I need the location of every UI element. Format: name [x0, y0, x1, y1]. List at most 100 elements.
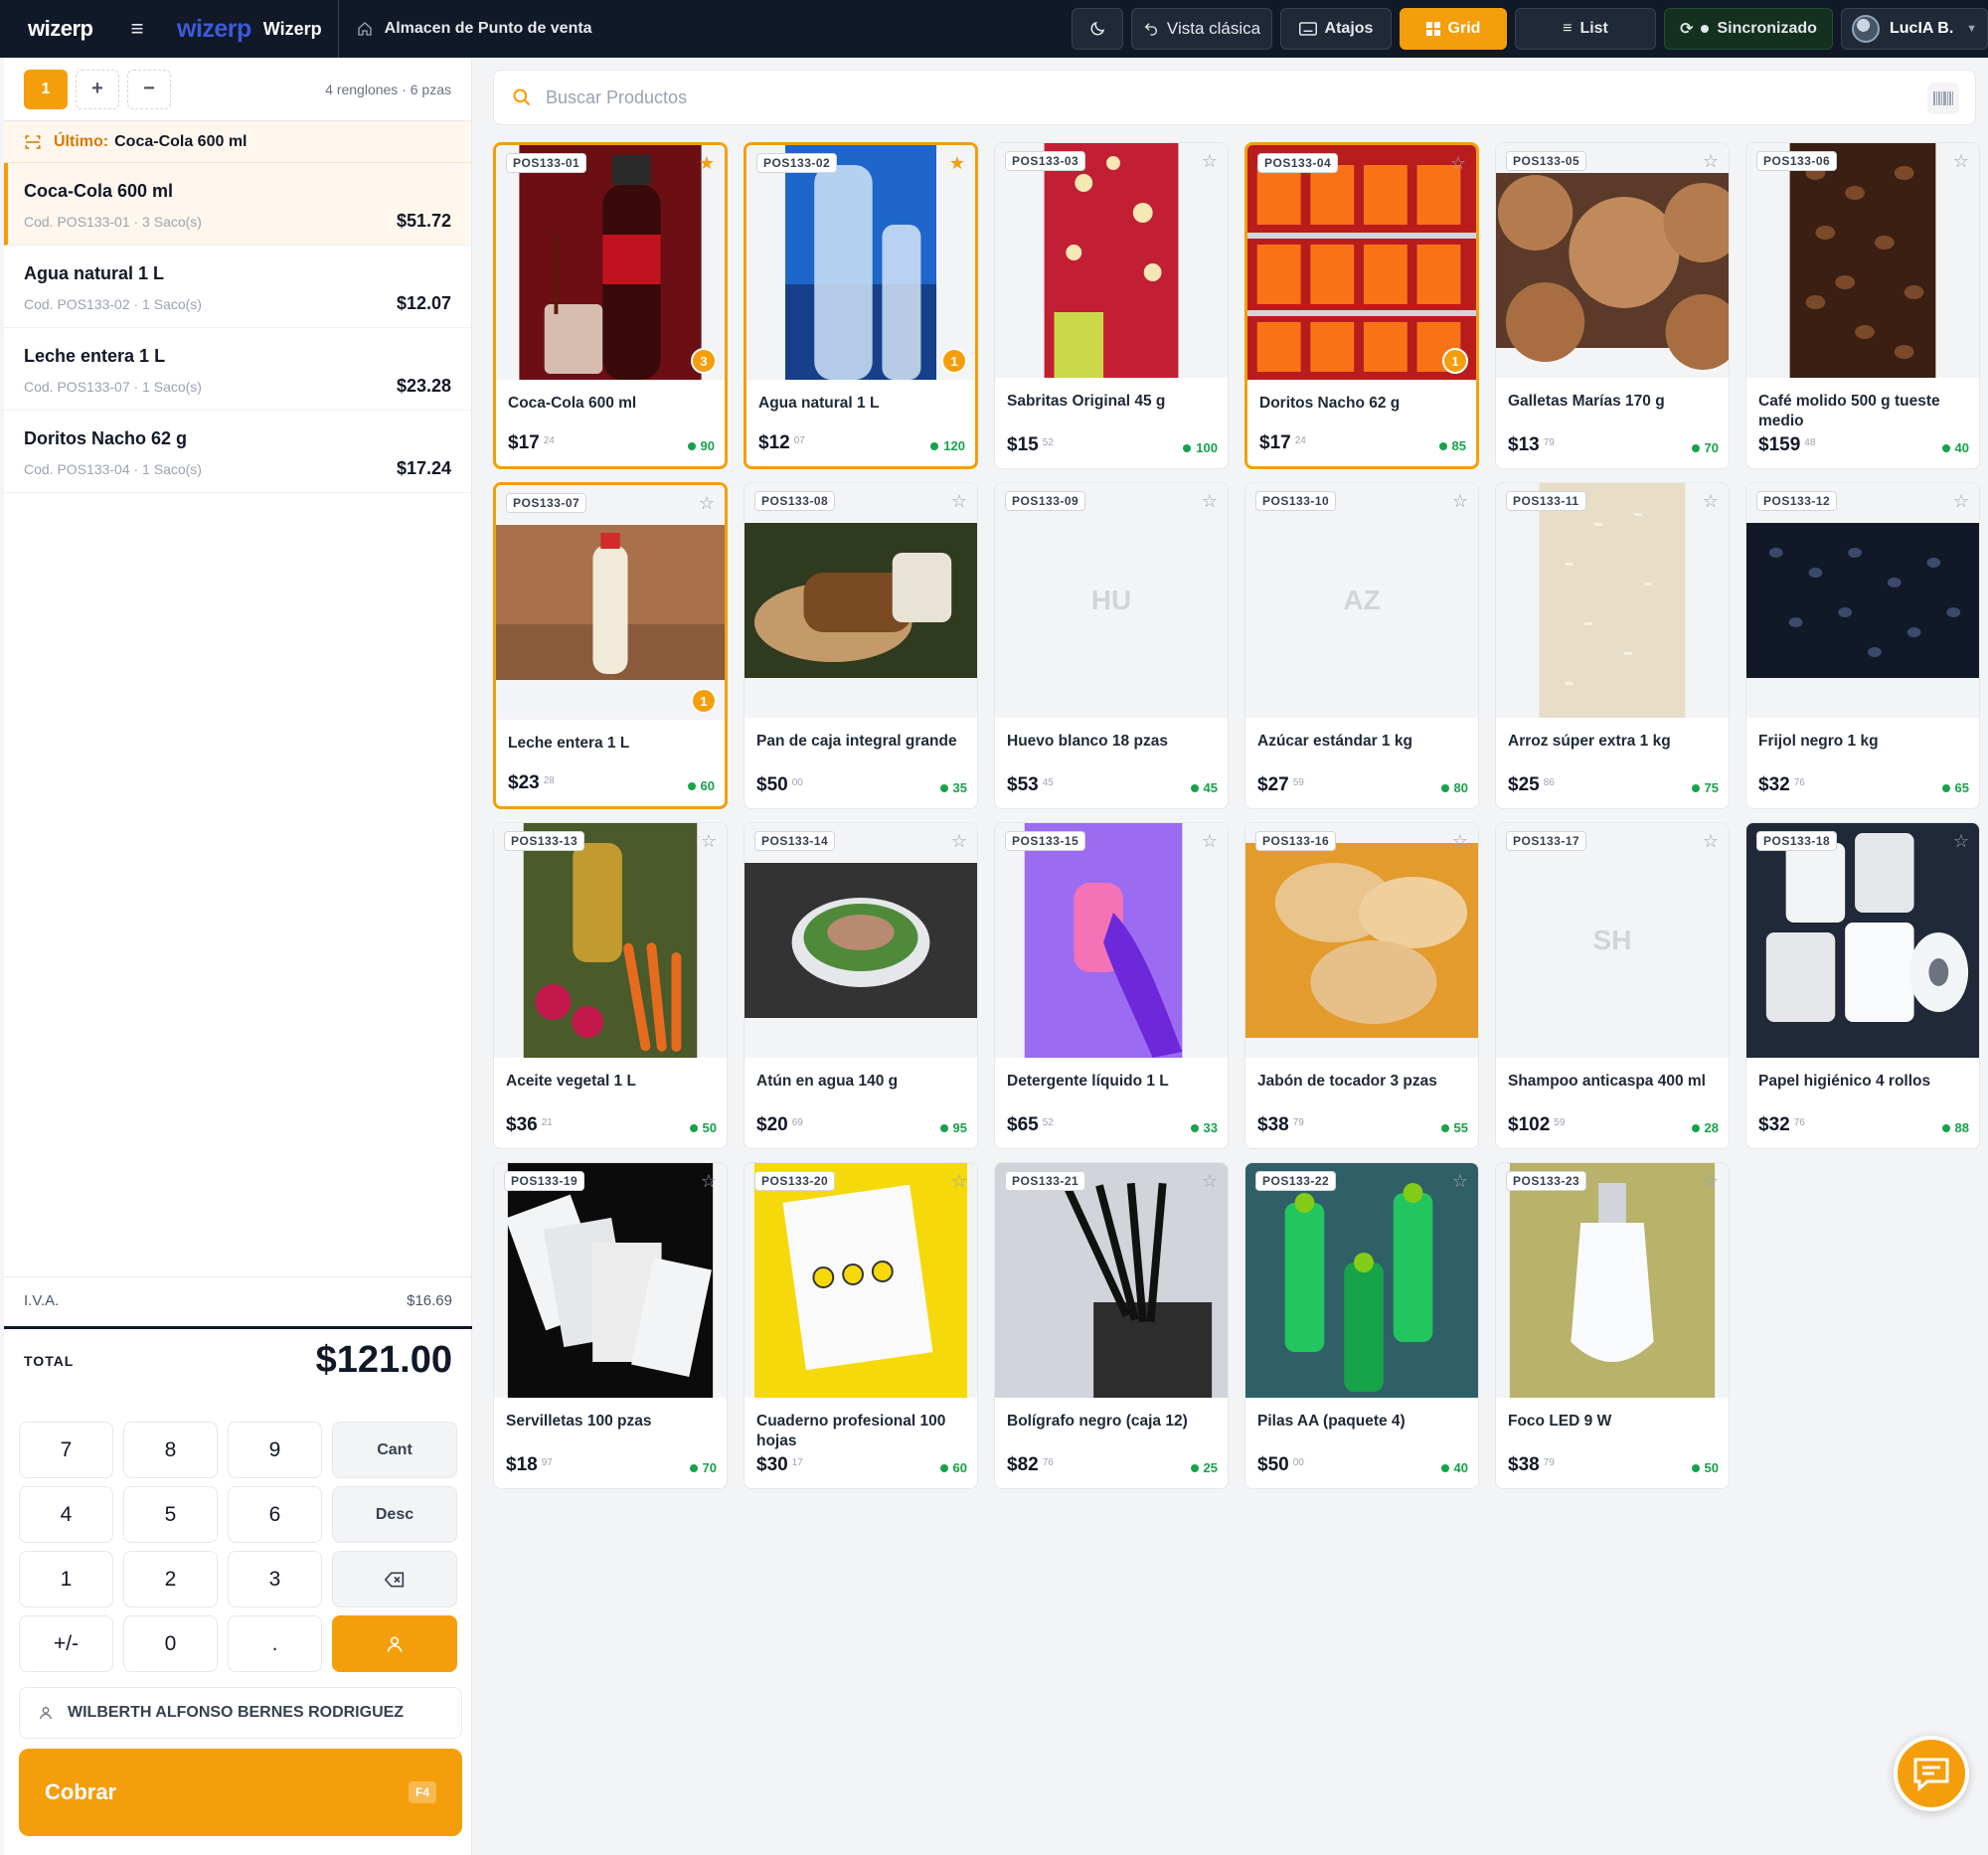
favorite-star-icon[interactable]: ☆	[951, 491, 967, 512]
product-card[interactable]: POS133-12 ☆ Frijol negro 1 kg $32 76 65	[1745, 482, 1980, 809]
product-card[interactable]: POS133-11 ☆ Arroz súper extra 1 kg $25 86 75	[1495, 482, 1730, 809]
sign-key[interactable]: +/-	[19, 1615, 113, 1672]
favorite-star-icon[interactable]: ☆	[1703, 151, 1719, 172]
product-card[interactable]: SH POS133-17 ☆ Shampoo anticaspa 400 ml $102…	[1495, 822, 1730, 1149]
product-price-cents: 97	[541, 1457, 553, 1468]
search-input[interactable]	[546, 86, 1838, 108]
product-card[interactable]: POS133-21 ☆ Bolígrafo negro (caja 12) $82 76…	[994, 1162, 1229, 1489]
charge-button[interactable]: Cobrar F4	[19, 1749, 462, 1836]
favorite-star-icon[interactable]: ☆	[1202, 151, 1218, 172]
list-view-button[interactable]: ≡ List	[1515, 8, 1656, 50]
product-card[interactable]: POS133-18 ☆ Papel higiénico 4 rollos $32 76 8…	[1745, 822, 1980, 1149]
favorite-star-icon[interactable]: ☆	[1703, 491, 1719, 512]
key-4[interactable]: 4	[19, 1486, 113, 1543]
favorite-star-icon[interactable]: ☆	[1450, 153, 1466, 174]
product-card[interactable]: POS133-15 ☆ Detergente líquido 1 L $65 52 33	[994, 822, 1229, 1149]
cart-item-code: Cod. POS133-02 · 1 Saco(s)	[24, 296, 202, 312]
product-code: POS133-23	[1506, 1171, 1587, 1191]
cart-item[interactable]: Doritos Nacho 62 g Cod. POS133-04 · 1 Sac…	[4, 411, 471, 493]
favorite-star-icon[interactable]: ☆	[1452, 831, 1468, 852]
product-card[interactable]: POS133-04 ☆ 1 Doritos Nacho 62 g $17 24 85	[1244, 142, 1479, 469]
favorite-star-icon[interactable]: ☆	[701, 831, 717, 852]
keypad: 7 8 9 Cant 4 5 6 Desc 1 2 3 +/- 0 .	[19, 1422, 462, 1672]
favorite-star-icon[interactable]: ☆	[701, 1171, 717, 1192]
shortcuts-button[interactable]: Atajos	[1280, 8, 1392, 50]
key-5[interactable]: 5	[123, 1486, 218, 1543]
grid-view-button[interactable]: Grid	[1400, 8, 1507, 50]
app-logo[interactable]: wizerp	[28, 17, 97, 41]
key-6[interactable]: 6	[228, 1486, 322, 1543]
favorite-star-icon[interactable]: ☆	[1953, 831, 1969, 852]
product-code: POS133-07	[506, 493, 587, 513]
scan-icon	[25, 134, 41, 149]
cart-item-code: Cod. POS133-07 · 1 Saco(s)	[24, 379, 202, 395]
cart-item[interactable]: Agua natural 1 L Cod. POS133-02 · 1 Saco(…	[4, 246, 471, 328]
key-0[interactable]: 0	[123, 1615, 218, 1672]
product-card[interactable]: POS133-19 ☆ Servilletas 100 pzas $18 97 70	[493, 1162, 728, 1489]
product-price: $20 69	[756, 1114, 803, 1135]
key-8[interactable]: 8	[123, 1422, 218, 1478]
decimal-key[interactable]: .	[228, 1615, 322, 1672]
favorite-star-icon[interactable]: ☆	[1202, 491, 1218, 512]
product-card[interactable]: POS133-02 ★ 1 Agua natural 1 L $12 07 120	[744, 142, 978, 469]
favorite-star-icon[interactable]: ☆	[1953, 491, 1969, 512]
key-9[interactable]: 9	[228, 1422, 322, 1478]
favorite-star-icon[interactable]: ☆	[699, 493, 715, 514]
stock-badge: 28	[1692, 1120, 1719, 1135]
product-card[interactable]: POS133-13 ☆ Aceite vegetal 1 L $36 21 50	[493, 822, 728, 1149]
user-menu[interactable]: LucIA B. ▼	[1841, 8, 1988, 50]
product-card[interactable]: POS133-01 ★ 3 Coca-Cola 600 ml $17 24 90	[493, 142, 728, 469]
menu-icon[interactable]: ≡	[127, 16, 147, 42]
store-selector[interactable]: Almacen de Punto de venta	[357, 20, 592, 38]
favorite-star-icon[interactable]: ★	[949, 153, 965, 174]
product-code: POS133-10	[1255, 491, 1337, 511]
total-row: TOTAL $121.00	[4, 1326, 472, 1392]
favorite-star-icon[interactable]: ☆	[1202, 1171, 1218, 1192]
favorite-star-icon[interactable]: ☆	[1202, 831, 1218, 852]
favorite-star-icon[interactable]: ☆	[1703, 1171, 1719, 1192]
backspace-key[interactable]	[332, 1551, 457, 1607]
product-card[interactable]: POS133-16 ☆ Jabón de tocador 3 pzas $38 79 55	[1244, 822, 1479, 1149]
chat-button[interactable]	[1894, 1736, 1969, 1811]
product-name: Aceite vegetal 1 L	[506, 1073, 636, 1090]
product-card[interactable]: POS133-05 ☆ Galletas Marías 170 g $13 79 70	[1495, 142, 1730, 469]
favorite-star-icon[interactable]: ☆	[1953, 151, 1969, 172]
dark-mode-button[interactable]	[1072, 8, 1123, 50]
favorite-star-icon[interactable]: ☆	[951, 831, 967, 852]
key-2[interactable]: 2	[123, 1551, 218, 1607]
product-card[interactable]: AZ POS133-10 ☆ Azúcar estándar 1 kg $27 59 80	[1244, 482, 1479, 809]
key-1[interactable]: 1	[19, 1551, 113, 1607]
key-3[interactable]: 3	[228, 1551, 322, 1607]
cart-item[interactable]: Leche entera 1 L Cod. POS133-07 · 1 Saco(…	[4, 328, 471, 411]
product-card[interactable]: POS133-23 ☆ Foco LED 9 W $38 79 50	[1495, 1162, 1730, 1489]
product-name: Atún en agua 140 g	[756, 1073, 899, 1090]
product-card[interactable]: POS133-22 ☆ Pilas AA (paquete 4) $50 00 40	[1244, 1162, 1479, 1489]
product-card[interactable]: POS133-14 ☆ Atún en agua 140 g $20 69 95	[744, 822, 978, 1149]
product-card[interactable]: POS133-20 ☆ Cuaderno profesional 100 hojas…	[744, 1162, 978, 1489]
favorite-star-icon[interactable]: ☆	[1703, 831, 1719, 852]
classic-view-button[interactable]: Vista clásica	[1131, 8, 1272, 50]
cart-item-price: $17.24	[396, 458, 451, 478]
cart-item[interactable]: Coca-Cola 600 ml Cod. POS133-01 · 3 Saco(…	[4, 163, 471, 246]
ticket-tab-1[interactable]: 1	[24, 69, 68, 109]
favorite-star-icon[interactable]: ☆	[1452, 1171, 1468, 1192]
barcode-scan-button[interactable]	[1927, 83, 1959, 114]
add-ticket-button[interactable]: +	[76, 69, 119, 109]
customer-field[interactable]: WILBERTH ALFONSO BERNES RODRIGUEZ	[19, 1687, 462, 1739]
favorite-star-icon[interactable]: ★	[699, 153, 715, 174]
discount-key[interactable]: Desc	[332, 1486, 457, 1543]
favorite-star-icon[interactable]: ☆	[951, 1171, 967, 1192]
customer-key[interactable]	[332, 1615, 457, 1672]
favorite-star-icon[interactable]: ☆	[1452, 491, 1468, 512]
key-7[interactable]: 7	[19, 1422, 113, 1478]
product-initials: SH	[1592, 925, 1632, 955]
sync-status-button[interactable]: ⟳ Sincronizado	[1664, 8, 1833, 50]
product-card[interactable]: HU POS133-09 ☆ Huevo blanco 18 pzas $53 45 45	[994, 482, 1229, 809]
product-card[interactable]: POS133-03 ☆ Sabritas Original 45 g $15 52 100	[994, 142, 1229, 469]
quantity-key[interactable]: Cant	[332, 1422, 457, 1478]
product-card[interactable]: POS133-08 ☆ Pan de caja integral grande $50…	[744, 482, 978, 809]
product-price-cents: 59	[1292, 777, 1304, 788]
product-card[interactable]: POS133-07 ☆ 1 Leche entera 1 L $23 28 60	[493, 482, 728, 809]
product-card[interactable]: POS133-06 ☆ Café molido 500 g tueste medio…	[1745, 142, 1980, 469]
remove-ticket-button[interactable]: −	[127, 69, 171, 109]
